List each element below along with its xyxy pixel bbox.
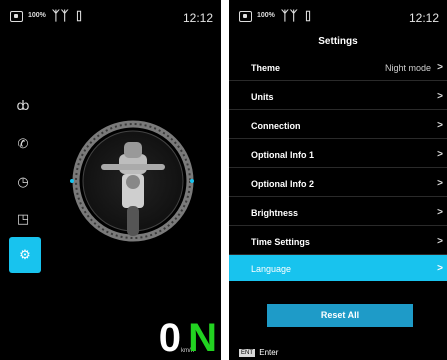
menu-item-optional-info-1[interactable]: Optional Info 1 > xyxy=(229,139,447,168)
settings-icon[interactable]: ⚙ xyxy=(9,237,41,273)
status-bar: 100% ᛉᛉ ⌷ 12:12 xyxy=(239,9,439,25)
settings-menu: Theme Night mode > Units > Connection > … xyxy=(229,52,447,281)
battery-percent: 100% xyxy=(28,12,46,19)
screen-cast-icon[interactable]: ◳ xyxy=(10,206,36,232)
clock: 12:12 xyxy=(408,11,439,25)
menu-item-brightness[interactable]: Brightness > xyxy=(229,197,447,226)
chevron-right-icon: > xyxy=(437,263,443,274)
menu-item-label: Optional Info 2 xyxy=(251,179,314,189)
connectivity-icons: ᛉᛉ ⌷ xyxy=(52,9,84,24)
battery-percent: 100% xyxy=(257,12,275,19)
chevron-right-icon: > xyxy=(437,62,443,73)
chevron-right-icon: > xyxy=(437,178,443,189)
chevron-right-icon: > xyxy=(437,236,443,247)
gear-indicator: N xyxy=(188,316,217,360)
menu-item-label: Language xyxy=(251,264,292,274)
menu-item-connection[interactable]: Connection > xyxy=(229,110,447,139)
dashboard-screen: 100% ᛉᛉ ⌷ 12:12 ȸ ✆ ◷ ◳ ⚙ 0 km/h N xyxy=(0,0,221,360)
status-bar: 100% ᛉᛉ ⌷ 12:12 xyxy=(10,9,213,25)
key-hint: ENT Enter xyxy=(239,348,278,357)
reset-all-button[interactable]: Reset All xyxy=(267,304,413,327)
menu-item-label: Time Settings xyxy=(251,237,310,247)
menu-item-time-settings[interactable]: Time Settings > xyxy=(229,226,447,255)
battery-icon xyxy=(239,11,252,22)
menu-item-language[interactable]: Language > xyxy=(229,255,447,281)
enter-key-icon: ENT xyxy=(239,349,255,357)
phone-icon[interactable]: ✆ xyxy=(10,131,36,157)
chevron-right-icon: > xyxy=(437,120,443,131)
key-hint-label: Enter xyxy=(259,348,279,357)
bike-icon[interactable]: ȸ xyxy=(10,93,36,119)
left-dot-indicator xyxy=(70,179,74,183)
menu-item-units[interactable]: Units > xyxy=(229,81,447,110)
menu-item-label: Theme xyxy=(251,63,281,73)
clock: 12:12 xyxy=(182,11,213,25)
battery-icon xyxy=(10,11,23,22)
menu-item-label: Connection xyxy=(251,121,301,131)
chevron-right-icon: > xyxy=(437,207,443,218)
page-title: Settings xyxy=(318,36,358,47)
menu-item-value: Night mode xyxy=(384,63,431,73)
menu-item-optional-info-2[interactable]: Optional Info 2 > xyxy=(229,168,447,197)
right-dot-indicator xyxy=(190,179,194,183)
motorcycle-illustration xyxy=(72,120,194,242)
menu-item-label: Units xyxy=(251,92,274,102)
chevron-right-icon: > xyxy=(437,149,443,160)
menu-item-label: Optional Info 1 xyxy=(251,150,314,160)
settings-screen: 100% ᛉᛉ ⌷ 12:12 Settings Theme Night mod… xyxy=(229,0,447,360)
chevron-right-icon: > xyxy=(437,91,443,102)
menu-item-label: Brightness xyxy=(251,208,299,218)
menu-item-theme[interactable]: Theme Night mode > xyxy=(229,52,447,81)
speedometer-icon[interactable]: ◷ xyxy=(10,169,36,195)
speed-readout: 0 xyxy=(158,316,181,360)
connectivity-icons: ᛉᛉ ⌷ xyxy=(281,9,313,24)
